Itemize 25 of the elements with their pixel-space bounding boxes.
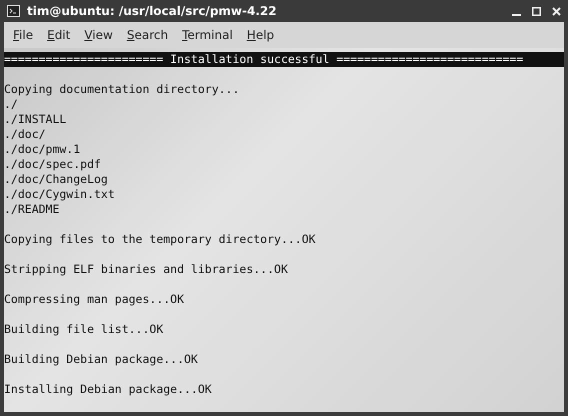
terminal-line: ./doc/: [4, 127, 46, 142]
maximize-icon[interactable]: [532, 6, 541, 16]
menu-item[interactable]: Help: [242, 26, 280, 44]
terminal-line: ./: [4, 97, 18, 112]
terminal-line: ./doc/spec.pdf: [4, 157, 101, 172]
terminal-line: Installing Debian package...OK: [4, 382, 212, 397]
terminal-line: ./doc/pmw.1: [4, 142, 80, 157]
close-icon[interactable]: [552, 6, 561, 16]
terminal-line: ./README: [4, 202, 60, 217]
menu-item[interactable]: File: [8, 26, 38, 44]
terminal-line: ./INSTALL: [4, 112, 66, 127]
terminal-icon: [7, 5, 20, 17]
menu-item[interactable]: Terminal: [177, 26, 238, 44]
terminal-line: ./doc/Cygwin.txt: [4, 187, 115, 202]
menu-item[interactable]: Search: [122, 26, 174, 44]
terminal-line: Compressing man pages...OK: [4, 292, 184, 307]
terminal-line: Copying files to the temporary directory...OK: [4, 232, 316, 247]
terminal-line: ./doc/ChangeLog: [4, 172, 108, 187]
terminal-line: Copying documentation directory...: [4, 82, 240, 97]
menu-item[interactable]: Edit: [42, 26, 76, 44]
window-title: tim@ubuntu: /usr/local/src/pmw-4.22: [27, 3, 277, 20]
terminal-line: Building Debian package...OK: [4, 352, 198, 367]
terminal-line: Stripping ELF binaries and libraries...OK: [4, 262, 288, 277]
terminal-line: Building file list...OK: [4, 322, 164, 337]
menu-item[interactable]: View: [79, 26, 118, 44]
